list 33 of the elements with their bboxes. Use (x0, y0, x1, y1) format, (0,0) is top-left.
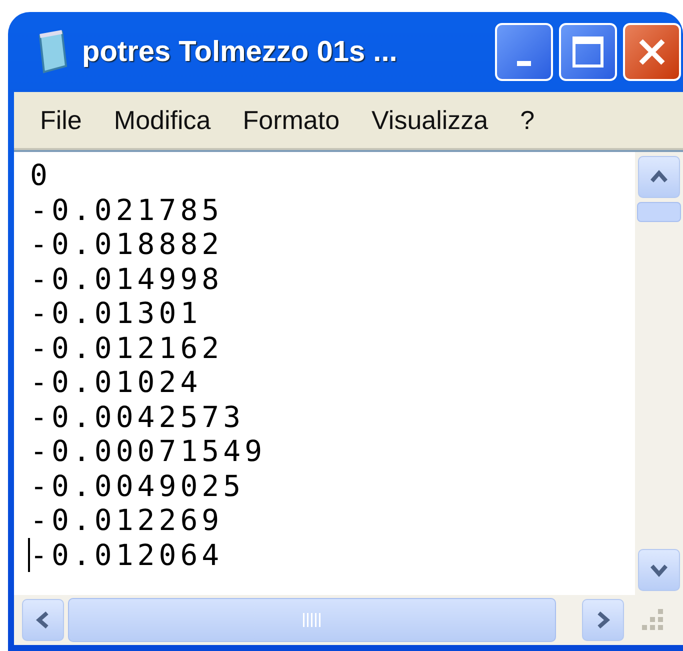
menu-item[interactable]: Formato (242, 104, 340, 136)
menu-item[interactable]: File (40, 104, 82, 136)
menu-item[interactable]: ? (520, 104, 535, 136)
text-line: -0.00071549 (29, 434, 268, 468)
close-icon (637, 37, 667, 67)
text-line: -0.014998 (29, 262, 224, 296)
text-line: -0.0042573 (29, 400, 246, 434)
maximize-button[interactable] (559, 23, 617, 81)
scroll-left-button[interactable] (22, 599, 64, 641)
maximize-icon (571, 35, 605, 69)
vertical-scrollbar[interactable] (635, 152, 683, 595)
scroll-down-button[interactable] (638, 549, 680, 591)
text-line: -0.012269 (29, 503, 224, 538)
text-line: -0.018882 (29, 227, 224, 262)
text-line: -0.012162 (29, 330, 224, 365)
horizontal-scrollbar[interactable] (14, 595, 683, 645)
text-line: -0.01024 (29, 365, 203, 400)
scroll-thumb[interactable] (637, 202, 681, 222)
minimize-button[interactable] (495, 23, 553, 81)
menu-item[interactable]: Modifica (114, 104, 211, 136)
text-line: -0.01301 (29, 296, 203, 330)
scroll-up-button[interactable] (638, 156, 680, 198)
scroll-thumb[interactable] (68, 598, 556, 642)
text-line: 0 (29, 158, 52, 192)
scroll-right-button[interactable] (582, 599, 624, 641)
menu-item[interactable]: Visualizza (372, 104, 488, 136)
window-title: potres Tolmezzo 01s ... (82, 36, 398, 68)
close-button[interactable] (623, 23, 681, 81)
text-line: -0.021785 (29, 192, 224, 227)
text-line: -0.0049025 (29, 468, 246, 503)
notepad-icon (36, 30, 70, 74)
grip-icon (302, 612, 322, 628)
minimize-icon (517, 60, 531, 66)
